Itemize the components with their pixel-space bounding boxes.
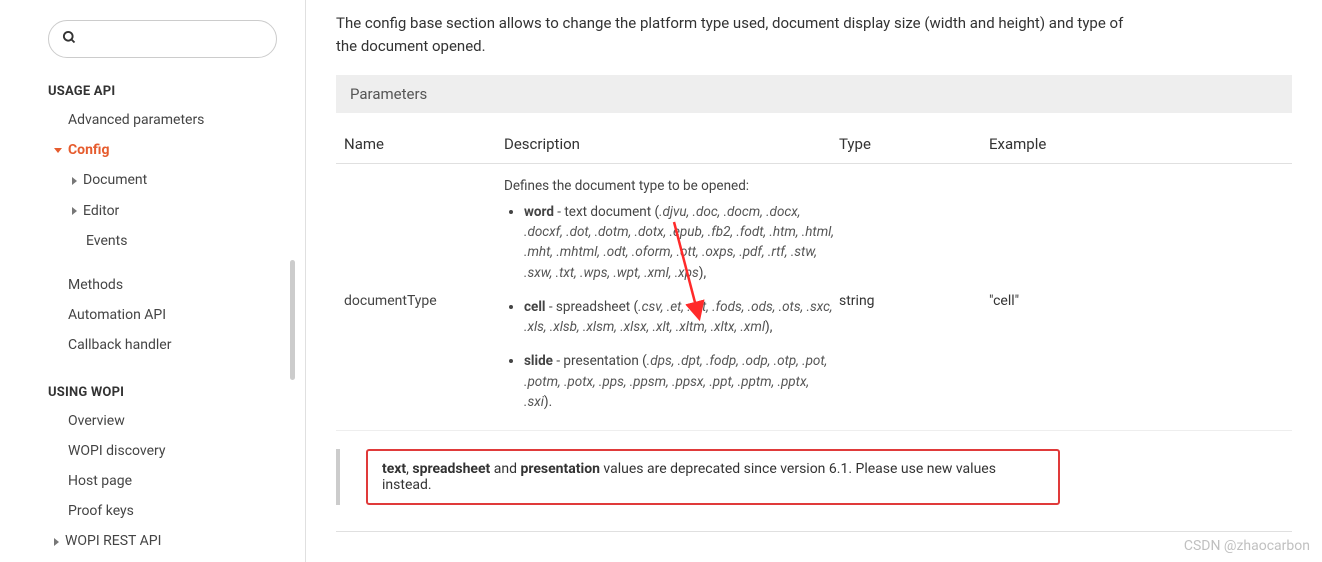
nav-item-proof-keys[interactable]: Proof keys xyxy=(0,496,305,526)
nav-item-events[interactable]: Events xyxy=(0,226,305,256)
nav-item-methods[interactable]: Methods xyxy=(0,270,305,300)
nav-item-callback-handler[interactable]: Callback handler xyxy=(0,330,305,360)
search-container xyxy=(0,16,305,76)
bullet-slide: slide - presentation (.dps, .dpt, .fodp,… xyxy=(524,351,839,412)
chevron-down-icon xyxy=(54,148,62,153)
nav-label: Automation API xyxy=(68,307,166,323)
nav-label: Callback handler xyxy=(68,337,171,353)
nav-item-overview[interactable]: Overview xyxy=(0,406,305,436)
nav-item-wopi-discovery[interactable]: WOPI discovery xyxy=(0,436,305,466)
bullet-word: word - text document (.djvu, .doc, .docm… xyxy=(524,202,839,283)
search-input[interactable] xyxy=(48,20,277,58)
nav-label: Events xyxy=(86,233,127,249)
deprecation-note-inner: text, spreadsheet and presentation value… xyxy=(366,449,1060,505)
nav-list-usage-api: Advanced parameters Config Document Edit… xyxy=(0,105,305,361)
param-description: Defines the document type to be opened: … xyxy=(504,176,839,427)
desc-intro: Defines the document type to be opened: xyxy=(504,178,749,194)
text: - presentation ( xyxy=(553,353,647,369)
nav-item-automation-api[interactable]: Automation API xyxy=(0,300,305,330)
nav-section-using-wopi: USING WOPI xyxy=(0,377,305,406)
nav-label: Advanced parameters xyxy=(68,112,204,128)
nav-item-wopi-rest-api[interactable]: WOPI REST API xyxy=(0,526,305,556)
nav-sub-config: Document Editor Events xyxy=(0,165,305,256)
col-name-header: Name xyxy=(344,135,504,153)
term: slide xyxy=(524,353,553,369)
col-example-header: Example xyxy=(989,135,1284,153)
nav-label: Document xyxy=(83,172,147,188)
text: - spreadsheet ( xyxy=(545,299,638,315)
param-type: string xyxy=(839,293,989,309)
parameters-section-header: Parameters xyxy=(336,75,1292,113)
nav-label: Proof keys xyxy=(68,503,134,519)
nav-label: Overview xyxy=(68,413,125,429)
nav-label: Host page xyxy=(68,473,132,489)
bullet-cell: cell - spreadsheet (.csv, .et, .ett, .fo… xyxy=(524,297,839,338)
tail: ), xyxy=(699,265,706,281)
nav-item-host-page[interactable]: Host page xyxy=(0,466,305,496)
nav-label: Config xyxy=(68,142,109,158)
tail: ), xyxy=(765,319,772,335)
note-term-spreadsheet: spreadsheet xyxy=(412,461,490,477)
nav-list-using-wopi: Overview WOPI discovery Host page Proof … xyxy=(0,406,305,557)
term: word xyxy=(524,204,554,220)
nav-label: WOPI REST API xyxy=(65,533,161,549)
param-row-documenttype: documentType Defines the document type t… xyxy=(336,164,1292,432)
nav-section-usage-api: USAGE API xyxy=(0,76,305,105)
param-name: documentType xyxy=(344,293,504,309)
main-content: Description The config base section allo… xyxy=(306,0,1322,562)
nav-label: Editor xyxy=(83,203,119,219)
tail: ). xyxy=(544,394,552,410)
chevron-right-icon xyxy=(72,177,77,185)
param-table-header-row: Name Description Type Example xyxy=(336,125,1292,164)
sidebar: USAGE API Advanced parameters Config Doc… xyxy=(0,0,306,562)
param-example: "cell" xyxy=(989,293,1284,309)
scrollbar[interactable] xyxy=(290,260,295,380)
note-term-text: text xyxy=(382,461,406,477)
note-term-presentation: presentation xyxy=(520,461,599,477)
intro-text: The config base section allows to change… xyxy=(336,12,1136,59)
nav-item-editor[interactable]: Editor xyxy=(0,196,305,226)
divider xyxy=(336,531,1292,532)
col-type-header: Type xyxy=(839,135,989,153)
nav-label: Methods xyxy=(68,277,123,293)
nav-item-advanced-parameters[interactable]: Advanced parameters xyxy=(0,105,305,135)
nav-item-config[interactable]: Config xyxy=(0,135,305,165)
nav-item-document[interactable]: Document xyxy=(0,165,305,195)
term: cell xyxy=(524,299,545,315)
nav-label: WOPI discovery xyxy=(68,443,166,459)
text: - text document ( xyxy=(554,204,659,220)
chevron-right-icon xyxy=(54,538,59,546)
deprecation-note: text, spreadsheet and presentation value… xyxy=(336,449,1292,505)
chevron-right-icon xyxy=(72,207,77,215)
col-description-header: Description xyxy=(504,135,839,153)
desc-bullet-list: word - text document (.djvu, .doc, .docm… xyxy=(504,202,839,412)
